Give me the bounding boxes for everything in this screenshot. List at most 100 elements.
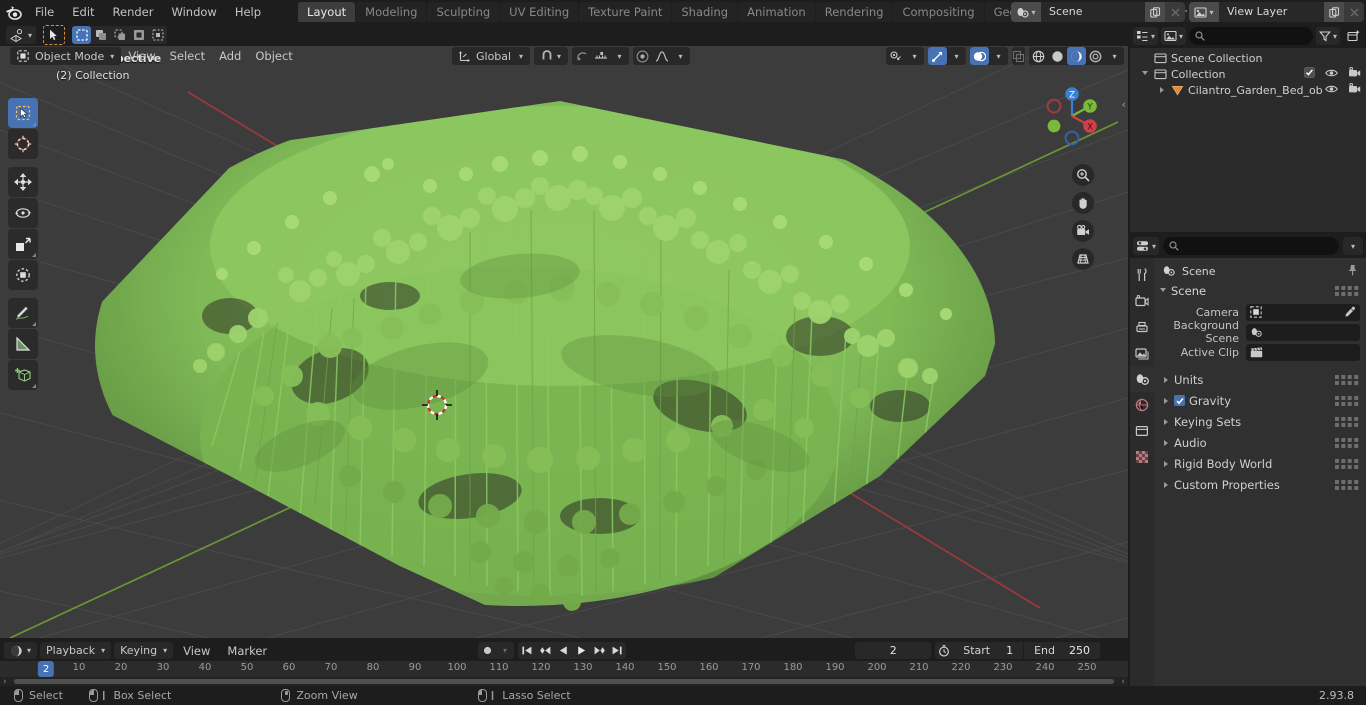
camera-render-icon[interactable]: [1348, 82, 1361, 97]
collection-tab[interactable]: [1130, 418, 1154, 444]
scroll-left-arrow[interactable]: ›: [3, 677, 7, 687]
outliner-search-input[interactable]: [1189, 27, 1313, 45]
eye-icon[interactable]: [1325, 68, 1338, 81]
keying-dropdown[interactable]: Keying ▾: [114, 642, 174, 659]
chevron-down-icon[interactable]: ▾: [496, 642, 514, 659]
tool-tab[interactable]: [1130, 262, 1154, 288]
view-layer-name-field[interactable]: View Layer: [1219, 2, 1324, 22]
add-cube-tool-button[interactable]: [8, 360, 38, 390]
outliner-row-object[interactable]: Cilantro_Garden_Bed_ob: [1130, 82, 1366, 98]
scene-icon[interactable]: ▾: [1011, 2, 1041, 22]
render-tab[interactable]: [1130, 288, 1154, 314]
snap-magnet-button[interactable]: ▾: [534, 47, 569, 65]
collection-checkbox[interactable]: [1304, 67, 1315, 81]
proportional-icon[interactable]: [572, 47, 591, 65]
tab-texture-paint[interactable]: Texture Paint: [579, 2, 672, 22]
output-tab[interactable]: [1130, 314, 1154, 340]
viewlayer-icon[interactable]: ▾: [1189, 2, 1219, 22]
chevron-down-icon[interactable]: [1142, 70, 1148, 78]
xray-icon[interactable]: [1012, 47, 1025, 65]
play-reverse-icon[interactable]: [554, 642, 572, 659]
tab-modeling[interactable]: Modeling: [356, 2, 427, 22]
timeline-scrollbar[interactable]: [14, 679, 1114, 684]
measure-tool-button[interactable]: [8, 329, 38, 359]
tab-compositing[interactable]: Compositing: [893, 2, 984, 22]
record-icon[interactable]: [478, 642, 496, 659]
menu-render[interactable]: Render: [104, 3, 163, 21]
overlays-icon[interactable]: [970, 47, 989, 65]
new-scene-button[interactable]: [1145, 2, 1165, 22]
chevron-down-icon[interactable]: ▾: [947, 47, 966, 65]
chevron-right-icon[interactable]: [1160, 87, 1164, 93]
timeline-editor[interactable]: ▾ Playback ▾ Keying ▾ View Marker ▾ 2 St…: [0, 640, 1128, 687]
solid-icon[interactable]: [1048, 47, 1067, 65]
rotate-tool-button[interactable]: [8, 198, 38, 228]
select-box-icon[interactable]: [72, 26, 92, 44]
menu-edit[interactable]: Edit: [63, 3, 103, 21]
remove-view-layer-button[interactable]: [1344, 2, 1364, 22]
viewport-menu-add[interactable]: Add: [212, 47, 248, 65]
prev-keyframe-icon[interactable]: [536, 642, 554, 659]
filter-funnel-icon[interactable]: ▾: [1315, 27, 1340, 45]
timeline-ruler[interactable]: 10 20 30 40 50 60 70 80 90 100 110 120 1…: [0, 661, 1128, 677]
snap-increment-icon[interactable]: [591, 47, 610, 65]
play-icon[interactable]: [572, 642, 590, 659]
filter-id-icon[interactable]: ▾: [1161, 27, 1187, 45]
navigation-gizmo[interactable]: Z Y X: [1034, 78, 1110, 154]
gravity-panel[interactable]: Gravity ▪▪▪▪ ▪▪▪▪: [1154, 390, 1366, 411]
scale-tool-button[interactable]: [8, 229, 38, 259]
active-clip-field[interactable]: [1246, 343, 1360, 361]
menu-help[interactable]: Help: [226, 3, 270, 21]
texture-tab[interactable]: [1130, 444, 1154, 470]
world-tab[interactable]: [1130, 392, 1154, 418]
new-view-layer-button[interactable]: [1324, 2, 1344, 22]
proportional-editing-toggle[interactable]: [633, 47, 652, 65]
outliner-row-collection[interactable]: Collection: [1130, 66, 1366, 82]
start-frame-field[interactable]: Start 1: [953, 642, 1023, 659]
tab-rendering[interactable]: Rendering: [815, 2, 893, 22]
gravity-checkbox[interactable]: [1174, 395, 1185, 406]
unlink-scene-button[interactable]: [1165, 2, 1185, 22]
properties-options-dropdown[interactable]: ▾: [1343, 237, 1363, 255]
object-mode-dropdown[interactable]: Object Mode ▾: [10, 47, 122, 65]
end-frame-field[interactable]: End 250: [1024, 642, 1100, 659]
jump-start-icon[interactable]: [518, 642, 536, 659]
next-keyframe-icon[interactable]: [590, 642, 608, 659]
tab-animation[interactable]: Animation: [738, 2, 815, 22]
gizmo-icon[interactable]: [928, 47, 947, 65]
viewport-canvas[interactable]: User Perspective (2) Collection: [0, 46, 1128, 638]
properties-search-input[interactable]: [1163, 237, 1339, 255]
stopwatch-icon[interactable]: [935, 642, 953, 659]
current-frame-field[interactable]: 2: [855, 642, 932, 659]
move-tool-button[interactable]: [8, 167, 38, 197]
camera-field[interactable]: [1246, 303, 1360, 321]
chevron-down-icon[interactable]: ▾: [905, 47, 924, 65]
menu-file[interactable]: File: [26, 3, 63, 21]
custom-properties-panel[interactable]: Custom Properties ▪▪▪▪ ▪▪▪▪: [1154, 474, 1366, 495]
show-object-types-icon[interactable]: [886, 47, 905, 65]
pan-hand-icon[interactable]: [1072, 192, 1094, 214]
viewport-menu-object[interactable]: Object: [248, 47, 299, 65]
active-tool-indicator[interactable]: [43, 25, 66, 45]
3d-viewport[interactable]: User Perspective (2) Collection: [0, 24, 1128, 638]
playhead[interactable]: 2: [37, 661, 55, 677]
chevron-down-icon[interactable]: ▾: [1105, 47, 1124, 65]
select-intersect-icon[interactable]: [148, 26, 167, 44]
scroll-right-arrow[interactable]: ‹: [1121, 677, 1125, 687]
zoom-icon[interactable]: [1072, 164, 1094, 186]
outliner-row-scene-collection[interactable]: Scene Collection: [1130, 50, 1366, 66]
viewport-menu-view[interactable]: View: [121, 47, 162, 65]
falloff-curve-icon[interactable]: [652, 47, 671, 65]
camera-view-icon[interactable]: [1072, 220, 1094, 242]
keying-sets-panel[interactable]: Keying Sets ▪▪▪▪ ▪▪▪▪: [1154, 411, 1366, 432]
toggle-perspective-icon[interactable]: [1072, 248, 1094, 270]
blender-logo-icon[interactable]: [0, 0, 26, 24]
background-scene-field[interactable]: [1246, 323, 1360, 341]
timeline-scrollbar-track[interactable]: › ‹: [0, 677, 1128, 687]
tweak-tool-button[interactable]: [8, 98, 38, 128]
transform-tool-button[interactable]: [8, 260, 38, 290]
outliner-editor[interactable]: ▾ ▾ ▾ Scene Collection Collection Cilant…: [1130, 24, 1366, 232]
select-invert-icon[interactable]: [129, 26, 148, 44]
transform-orientation-dropdown[interactable]: Global ▾: [452, 47, 530, 65]
scene-name-field[interactable]: Scene: [1041, 2, 1145, 22]
